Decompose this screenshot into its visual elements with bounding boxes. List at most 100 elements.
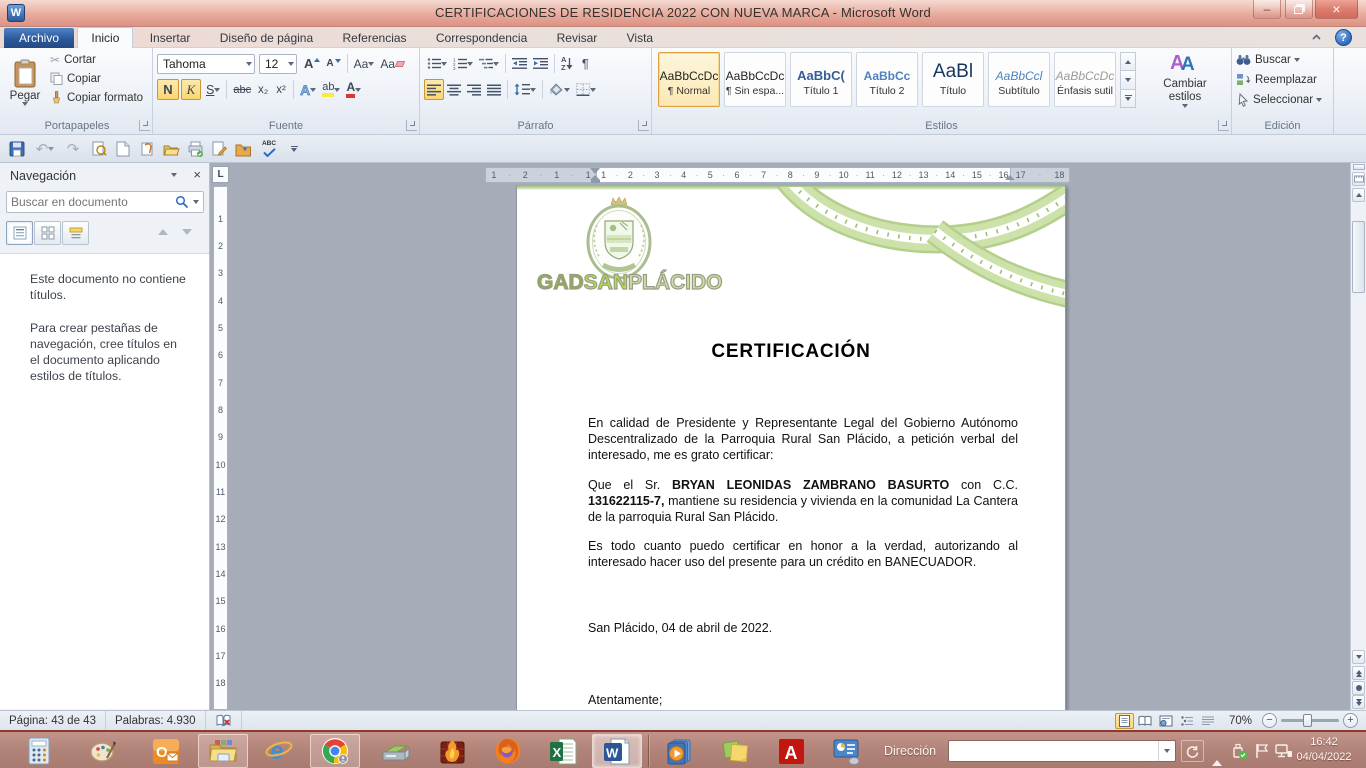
spelling-button[interactable]: ABC (256, 138, 282, 160)
document-body-text[interactable]: En calidad de Presidente y Representante… (588, 415, 1018, 708)
navigation-pane-close-button[interactable]: × (193, 167, 201, 182)
align-center-button[interactable] (444, 79, 464, 100)
redo-button[interactable]: ↷ (62, 138, 84, 160)
tab-revisar[interactable]: Revisar (544, 28, 611, 49)
taskbar-control-panel[interactable] (822, 734, 872, 768)
style-titulo[interactable]: AaBlTítulo (922, 52, 984, 107)
taskbar-paint[interactable] (78, 734, 128, 768)
shading-button[interactable] (546, 79, 573, 100)
select-button[interactable]: Seleccionar (1236, 93, 1322, 107)
horizontal-ruler[interactable]: 1·2·1·1 1·2·3·4·5·6·7·8·9·10·11·12·13·14… (485, 167, 1070, 183)
scrollbar-thumb[interactable] (1352, 221, 1365, 293)
new-document-button[interactable] (112, 138, 134, 160)
print-layout-view-button[interactable] (1115, 713, 1134, 729)
increase-indent-button[interactable] (530, 53, 551, 74)
style-titulo-2[interactable]: AaBbCcTítulo 2 (856, 52, 918, 107)
web-layout-view-button[interactable] (1157, 713, 1176, 729)
font-dialog-launcher[interactable] (406, 120, 417, 131)
vertical-scrollbar[interactable] (1350, 163, 1366, 710)
qat-more-button[interactable] (286, 138, 302, 160)
zoom-out-button[interactable]: − (1262, 713, 1277, 728)
taskbar-compass-app[interactable]: A (766, 734, 816, 768)
navigation-pane-menu-icon[interactable] (171, 173, 177, 177)
closing-line[interactable]: Atentamente; (588, 692, 1018, 708)
cut-button[interactable]: ✂Cortar (50, 53, 96, 67)
right-indent-marker[interactable] (1005, 175, 1015, 180)
next-page-button[interactable] (1352, 695, 1365, 709)
taskbar-burner[interactable] (427, 734, 477, 768)
outline-view-button[interactable] (1178, 713, 1197, 729)
find-button[interactable]: Buscar (1236, 53, 1300, 66)
left-indent-marker[interactable] (591, 180, 600, 183)
paragraph-2[interactable]: Que el Sr. BRYAN LEONIDAS ZAMBRANO BASUR… (588, 477, 1018, 525)
folder-settings-button[interactable]: * (232, 138, 254, 160)
page-indicator[interactable]: Página: 43 de 43 (0, 711, 106, 730)
shrink-font-button[interactable]: A (323, 53, 343, 74)
select-browse-object-button[interactable] (1352, 681, 1365, 695)
paragraph-3[interactable]: Es todo cuanto puedo certificar en honor… (588, 538, 1018, 570)
show-paragraph-marks-button[interactable]: ¶ (576, 53, 594, 74)
style-sin-espacio[interactable]: AaBbCcDc¶ Sin espa... (724, 52, 786, 107)
style-subtitulo[interactable]: AaBbCclSubtítulo (988, 52, 1050, 107)
previous-heading-icon[interactable] (158, 229, 168, 235)
tab-referencias[interactable]: Referencias (330, 28, 420, 49)
tab-archivo[interactable]: Archivo (4, 28, 74, 49)
taskbar-excel[interactable]: X (538, 734, 588, 768)
superscript-button[interactable]: x² (272, 79, 290, 100)
close-button[interactable]: × (1315, 0, 1358, 19)
quick-print-button[interactable] (184, 138, 206, 160)
vertical-ruler[interactable]: 123456789101112131415161718 (213, 186, 228, 710)
save-button[interactable] (6, 138, 28, 160)
styles-dialog-launcher[interactable] (1218, 120, 1229, 131)
taskbar-internet-explorer[interactable]: e (254, 734, 304, 768)
borders-button[interactable] (573, 79, 599, 100)
taskbar-outlook[interactable]: O (141, 734, 191, 768)
taskbar-clock[interactable]: 16:4204/04/2022 (1288, 735, 1360, 766)
paragraph-dialog-launcher[interactable] (638, 120, 649, 131)
show-hidden-icons-button[interactable] (1212, 746, 1222, 760)
align-right-button[interactable] (464, 79, 484, 100)
word-count[interactable]: Palabras: 4.930 (106, 711, 206, 730)
scroll-up-button[interactable] (1352, 188, 1365, 202)
split-handle[interactable] (1353, 164, 1365, 170)
line-spacing-button[interactable] (511, 79, 539, 100)
address-dropdown[interactable] (1158, 741, 1175, 761)
copy-button[interactable]: Copiar (50, 72, 101, 85)
ruler-toggle-button[interactable] (1352, 172, 1365, 186)
open-button[interactable] (160, 138, 182, 160)
styles-scroll-down-button[interactable] (1120, 70, 1136, 89)
tray-usb-icon[interactable] (1230, 742, 1248, 760)
address-go-button[interactable] (1181, 740, 1204, 762)
search-icon[interactable] (175, 195, 189, 209)
zoom-slider[interactable] (1281, 719, 1339, 722)
zoom-level[interactable]: 70% (1229, 715, 1252, 727)
taskbar-firefox[interactable] (483, 734, 533, 768)
clipboard-dialog-launcher[interactable] (139, 120, 150, 131)
text-effects-button[interactable]: A (297, 79, 319, 100)
nav-tab-headings[interactable] (6, 221, 33, 245)
help-button[interactable]: ? (1335, 29, 1352, 46)
tab-inicio[interactable]: Inicio (77, 27, 133, 48)
first-line-indent-marker[interactable] (590, 168, 600, 174)
zoom-in-button[interactable]: + (1343, 713, 1358, 728)
taskbar-chrome[interactable] (310, 734, 360, 768)
change-styles-button[interactable]: A A Cambiar estilos (1144, 52, 1226, 108)
tab-insertar[interactable]: Insertar (137, 28, 204, 49)
minimize-button[interactable]: – (1253, 0, 1281, 19)
bold-button[interactable]: N (157, 79, 179, 100)
scroll-down-button[interactable] (1352, 650, 1365, 664)
format-painter-button[interactable]: Copiar formato (50, 91, 143, 104)
fullscreen-reading-view-button[interactable] (1136, 713, 1155, 729)
tab-stop-selector[interactable]: L (212, 166, 229, 183)
search-input[interactable] (7, 195, 175, 209)
nav-tab-results[interactable] (62, 221, 89, 245)
paste-button[interactable]: Pegar (5, 51, 45, 113)
decrease-indent-button[interactable] (509, 53, 530, 74)
sort-button[interactable]: AZ (558, 53, 576, 74)
numbering-button[interactable]: 123 (450, 53, 476, 74)
tray-action-center-icon[interactable] (1254, 742, 1270, 760)
nav-tab-pages[interactable] (34, 221, 61, 245)
styles-scroll-up-button[interactable] (1120, 52, 1136, 71)
taskbar-calculator[interactable] (14, 734, 64, 768)
tab-correspondencia[interactable]: Correspondencia (423, 28, 540, 49)
